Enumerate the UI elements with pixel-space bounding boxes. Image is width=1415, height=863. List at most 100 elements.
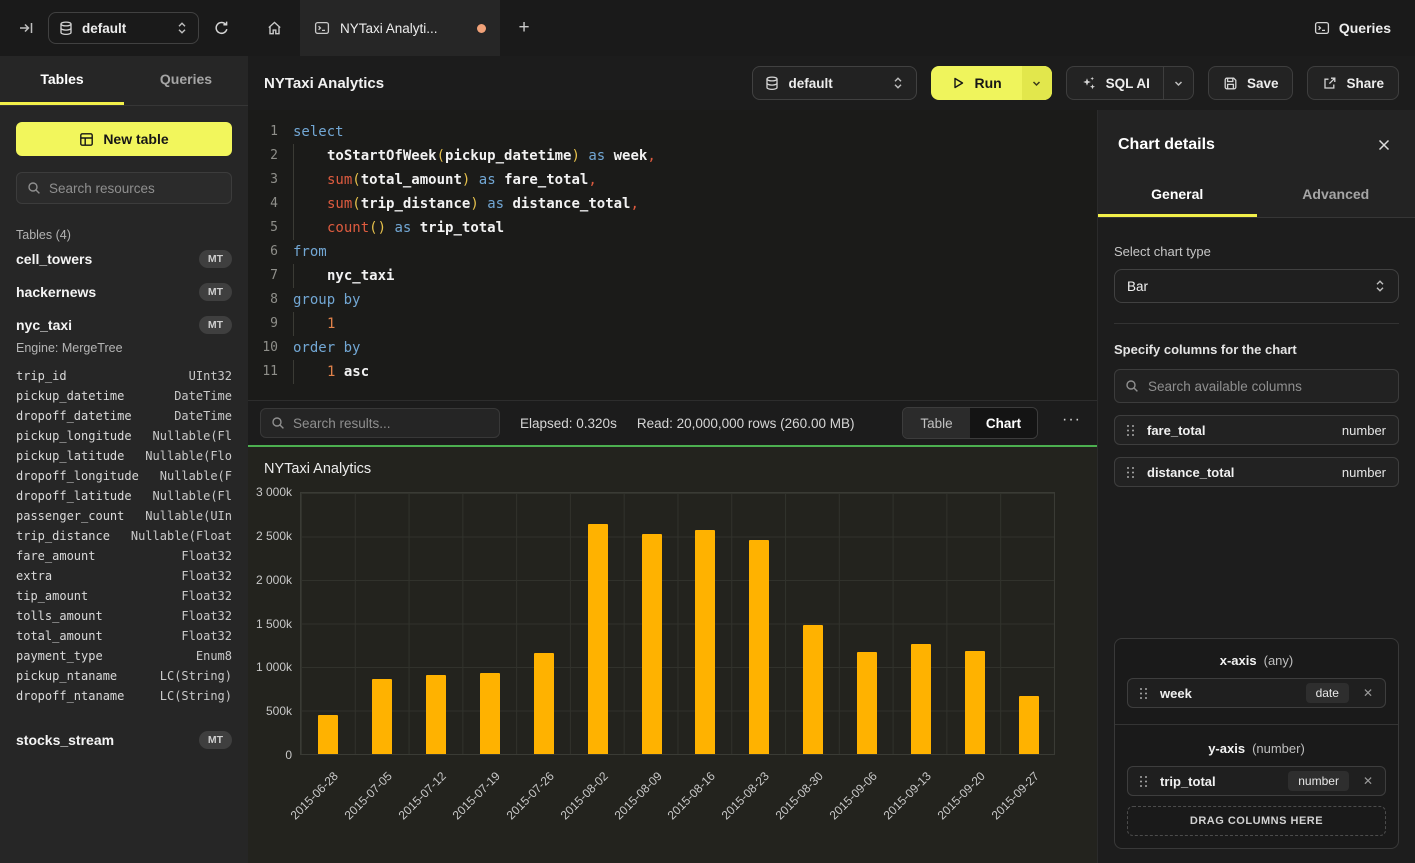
column-name: dropoff_latitude	[16, 489, 132, 509]
chart-view-button[interactable]: Chart	[970, 408, 1037, 438]
available-column-distance_total[interactable]: distance_totalnumber	[1114, 457, 1399, 487]
read-stat: Read: 20,000,000 rows (260.00 MB)	[637, 416, 855, 431]
work-column: 1select2toStartOfWeek(pickup_datetime) a…	[248, 110, 1097, 863]
table-row-hackernews[interactable]: hackernewsMT	[16, 275, 232, 308]
column-name: tolls_amount	[16, 609, 103, 629]
results-search	[260, 408, 500, 438]
chart-bar[interactable]	[695, 530, 715, 754]
chart-type-select[interactable]: Bar	[1114, 269, 1399, 303]
sidebar-search	[16, 172, 232, 204]
chart-bar[interactable]	[965, 651, 985, 754]
x-axis-label: x-axis	[1220, 653, 1257, 668]
run-button[interactable]: Run	[931, 66, 1051, 100]
drag-handle-icon	[1127, 425, 1135, 436]
y-axis-column-chip[interactable]: trip_total number ✕	[1127, 766, 1386, 796]
collapse-sidebar-icon	[18, 20, 34, 36]
x-axis-column-chip[interactable]: week date ✕	[1127, 678, 1386, 708]
sql-ai-chevron[interactable]	[1163, 67, 1193, 99]
x-tick-label: 2015-08-09	[611, 769, 664, 822]
code-line: 8group by	[248, 288, 1097, 312]
chart-bar[interactable]	[588, 524, 608, 754]
chart-bar[interactable]	[749, 540, 769, 754]
chart-bar[interactable]	[642, 534, 662, 754]
column-row: tolls_amountFloat32	[16, 609, 232, 629]
x-axis-header: x-axis (any)	[1127, 653, 1386, 668]
home-tab-button[interactable]	[248, 0, 300, 56]
x-tick-label: 2015-09-13	[881, 769, 934, 822]
tables-section-label: Tables (4)	[16, 228, 232, 242]
new-tab-button[interactable]: +	[500, 0, 548, 56]
close-panel-button[interactable]	[1373, 134, 1395, 156]
sql-ai-button[interactable]: SQL AI	[1066, 66, 1194, 100]
sql-editor[interactable]: 1select2toStartOfWeek(pickup_datetime) a…	[248, 110, 1097, 400]
chart-bar[interactable]	[534, 653, 554, 754]
column-name: pickup_latitude	[16, 449, 124, 469]
view-toggle: Table Chart	[902, 407, 1038, 439]
tab-nytaxi-analytics[interactable]: NYTaxi Analyti...	[300, 0, 500, 56]
chart-bar[interactable]	[1019, 696, 1039, 754]
line-number: 6	[248, 240, 278, 264]
line-number: 3	[248, 168, 278, 192]
panel-content: Select chart type Bar Specify columns fo…	[1098, 218, 1415, 863]
column-row: payment_typeEnum8	[16, 649, 232, 669]
available-column-type: number	[1342, 465, 1386, 480]
column-type: Nullable(Float	[131, 529, 232, 549]
sidebar-search-input[interactable]	[49, 181, 221, 196]
remove-x-axis-column-button[interactable]: ✕	[1361, 686, 1373, 700]
code-text: count() as trip_total	[293, 216, 504, 240]
chart-bar[interactable]	[803, 625, 823, 754]
code-line: 5count() as trip_total	[248, 216, 1097, 240]
share-button[interactable]: Share	[1307, 66, 1399, 100]
chart-bar[interactable]	[426, 675, 446, 754]
column-name: passenger_count	[16, 509, 124, 529]
chart-bar[interactable]	[911, 644, 931, 754]
line-number: 4	[248, 192, 278, 216]
code-text: select	[293, 120, 344, 144]
run-database-selector[interactable]: default	[752, 66, 917, 100]
table-row-nyc_taxi[interactable]: nyc_taxiMT	[16, 308, 232, 341]
collapse-sidebar-button[interactable]	[14, 16, 38, 40]
column-row: passenger_countNullable(UIn	[16, 509, 232, 529]
queries-button[interactable]: Queries	[1314, 0, 1391, 56]
x-tick-label: 2015-07-26	[503, 769, 556, 822]
table-row-stocks_stream[interactable]: stocks_streamMT	[16, 723, 232, 756]
code-text: order by	[293, 336, 360, 360]
more-options-button[interactable]: ···	[1058, 411, 1085, 435]
run-options-chevron[interactable]	[1022, 66, 1052, 100]
chart-bar[interactable]	[857, 652, 877, 754]
table-name: hackernews	[16, 284, 96, 300]
drag-columns-drop-zone[interactable]: DRAG COLUMNS HERE	[1127, 806, 1386, 836]
results-search-input[interactable]	[293, 416, 489, 431]
refresh-button[interactable]	[209, 16, 234, 41]
table-row-cell_towers[interactable]: cell_towersMT	[16, 242, 232, 275]
sidebar-tab-queries[interactable]: Queries	[124, 56, 248, 105]
column-type: DateTime	[174, 389, 232, 409]
chart-panel: NYTaxi Analytics 3 000k2 500k2 000k1 500…	[248, 445, 1097, 863]
queries-terminal-icon	[1314, 20, 1330, 36]
table-view-button[interactable]: Table	[903, 408, 970, 438]
columns-search	[1114, 369, 1399, 403]
chart-bar[interactable]	[480, 673, 500, 754]
x-tick-label: 2015-08-02	[557, 769, 610, 822]
y-tick-label: 0	[248, 748, 292, 762]
database-selector[interactable]: default	[48, 12, 199, 44]
top-bar: default NYTaxi Analyti..	[0, 0, 1415, 56]
available-column-fare_total[interactable]: fare_totalnumber	[1114, 415, 1399, 445]
tab-advanced[interactable]: Advanced	[1257, 176, 1415, 217]
line-number: 1	[248, 120, 278, 144]
save-button[interactable]: Save	[1208, 66, 1294, 100]
y-axis-chip-name: trip_total	[1160, 774, 1276, 789]
new-table-button[interactable]: New table	[16, 122, 232, 156]
tab-label: NYTaxi Analyti...	[340, 21, 467, 36]
column-type: Float32	[181, 629, 232, 649]
columns-search-input[interactable]	[1148, 379, 1388, 394]
available-column-name: fare_total	[1147, 423, 1330, 438]
chart-bar[interactable]	[318, 715, 338, 754]
queries-button-label: Queries	[1339, 20, 1391, 36]
engine-badge: MT	[199, 731, 232, 749]
tab-general[interactable]: General	[1098, 176, 1257, 217]
table-name: nyc_taxi	[16, 317, 72, 333]
chart-bar[interactable]	[372, 679, 392, 754]
remove-y-axis-column-button[interactable]: ✕	[1361, 774, 1373, 788]
sidebar-tab-tables[interactable]: Tables	[0, 56, 124, 105]
